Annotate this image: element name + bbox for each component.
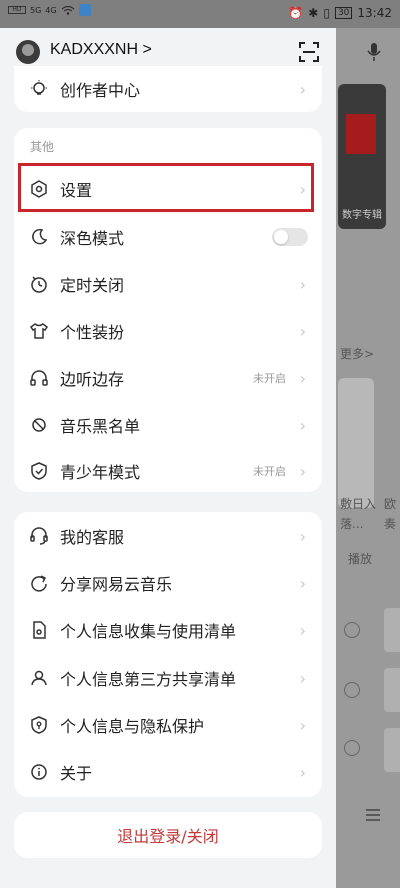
menu-item-label: 创作者中心: [60, 81, 141, 100]
headset-icon: [28, 525, 50, 547]
timer-icon: [28, 273, 50, 295]
menu-item-label: 边听边存: [60, 370, 125, 389]
headphones-icon: [28, 367, 50, 389]
section-label: 其他: [30, 140, 55, 154]
menu-item-label: 个人信息与隐私保护: [60, 717, 205, 736]
app-icon: [78, 4, 91, 16]
menu-item-dark-mode[interactable]: 深色模式: [14, 214, 322, 260]
chevron-right-icon: ›: [299, 415, 306, 435]
clock: 13:42: [357, 6, 392, 20]
menu-item-label: 深色模式: [60, 229, 125, 248]
chevron-right-icon: ›: [299, 79, 306, 99]
play-label: 播放: [348, 552, 373, 566]
username: KADXXXNH: [50, 41, 139, 58]
chevron-right-icon: ›: [299, 368, 306, 388]
signal-label: 5G: [30, 5, 42, 15]
shield-check-icon: [28, 460, 50, 482]
avatar[interactable]: [16, 40, 40, 64]
background-thumbnail: [338, 378, 374, 508]
album-tag: 数字专辑: [342, 210, 382, 221]
menu-item-sleep-timer[interactable]: 定时关闭 ›: [14, 261, 322, 307]
menu-item-music-blacklist[interactable]: 音乐黑名单 ›: [14, 402, 322, 448]
logout-label: 退出登录/关闭: [117, 827, 219, 846]
background-thumbnail: [384, 668, 400, 712]
chevron-right-icon: ›: [299, 668, 306, 688]
dark-mode-toggle[interactable]: [272, 228, 308, 246]
settings-highlight-box: [18, 163, 314, 212]
tshirt-icon: [28, 320, 50, 342]
status-bar: HD 5G 4G ⏰ ✱ ▯ 30 13:42: [0, 0, 400, 28]
privacy-shield-icon: [28, 714, 50, 736]
background-text-1: 敷日入: [340, 497, 377, 511]
menu-item-share-app[interactable]: 分享网易云音乐 ›: [14, 560, 322, 606]
chevron-right-icon: ›: [299, 715, 306, 735]
play-icon: [344, 622, 360, 638]
menu-item-third-party-sharing[interactable]: 个人信息第三方共享清单 ›: [14, 655, 322, 701]
vibrate-icon: ▯: [323, 6, 330, 20]
background-thumbnail: [384, 728, 400, 772]
menu-item-info-collection-list[interactable]: 个人信息收集与使用清单 ›: [14, 607, 322, 653]
doc-info-icon: [28, 619, 50, 641]
chevron-right-icon: ›: [299, 321, 306, 341]
hd-badge: HD: [8, 6, 26, 14]
share-icon: [28, 572, 50, 594]
menu-item-privacy-protection[interactable]: 个人信息与隐私保护 ›: [14, 702, 322, 748]
menu-item-label: 定时关闭: [60, 276, 125, 295]
creator-card: 创作者中心 ›: [14, 66, 322, 112]
wifi-icon: [61, 6, 74, 15]
signal-label: 4G: [45, 5, 57, 15]
background-text-4: 奏: [384, 517, 397, 531]
bluetooth-icon: ✱: [308, 6, 319, 20]
chevron-right-icon: ›: [299, 274, 306, 294]
username-link[interactable]: KADXXXNH >: [50, 41, 152, 59]
background-album-card: 数字专辑: [338, 84, 386, 229]
menu-item-creator-center[interactable]: 创作者中心 ›: [14, 66, 322, 112]
more-link: 更多>: [340, 347, 375, 361]
menu-item-about[interactable]: 关于 ›: [14, 749, 322, 795]
play-icon: [344, 682, 360, 698]
menu-item-personalize[interactable]: 个性装扮 ›: [14, 308, 322, 354]
alarm-icon: ⏰: [288, 6, 304, 20]
lightbulb-icon: [28, 78, 50, 100]
chevron-right-icon: ›: [299, 620, 306, 640]
menu-item-teen-mode[interactable]: 青少年模式 未开启 ›: [14, 448, 322, 494]
battery-indicator: 30: [334, 7, 353, 19]
menu-item-label: 青少年模式: [60, 463, 141, 482]
service-card: 我的客服 › 分享网易云音乐 › 个人信息收集与使用清单 › 个人信息第三方共享…: [14, 512, 322, 797]
menu-item-label: 个人信息第三方共享清单: [60, 670, 237, 689]
background-text-3: 欧: [384, 497, 397, 511]
status-text: 未开启: [253, 465, 286, 478]
people-share-icon: [28, 667, 50, 689]
menu-item-customer-service[interactable]: 我的客服 ›: [14, 513, 322, 559]
toggle-knob: [274, 230, 288, 244]
menu-item-label: 关于: [60, 764, 93, 783]
background-text-2: 落...: [340, 517, 364, 531]
chevron-right-icon: >: [142, 41, 152, 58]
chevron-right-icon: ›: [299, 573, 306, 593]
play-icon: [344, 740, 360, 756]
chevron-right-icon: ›: [299, 461, 306, 481]
menu-item-label: 音乐黑名单: [60, 417, 141, 436]
scan-icon[interactable]: [298, 41, 320, 63]
menu-item-label: 我的客服: [60, 528, 125, 547]
playlist-icon: [366, 809, 380, 821]
album-art: [346, 114, 376, 154]
chevron-right-icon: ›: [299, 526, 306, 546]
moon-icon: [28, 226, 50, 248]
menu-item-label: 分享网易云音乐: [60, 575, 173, 594]
menu-item-label: 个性装扮: [60, 323, 125, 342]
info-icon: [28, 761, 50, 783]
chevron-right-icon: ›: [299, 762, 306, 782]
menu-item-listen-save[interactable]: 边听边存 未开启 ›: [14, 355, 322, 401]
block-icon: [28, 414, 50, 436]
mic-icon: [367, 43, 381, 61]
menu-item-label: 个人信息收集与使用清单: [60, 622, 237, 641]
status-text: 未开启: [253, 372, 286, 385]
logout-button[interactable]: 退出登录/关闭: [14, 812, 322, 858]
background-thumbnail: [384, 608, 400, 652]
background-app: 数字专辑 更多> 敷日入 落... 欧 奏 播放: [336, 0, 400, 888]
